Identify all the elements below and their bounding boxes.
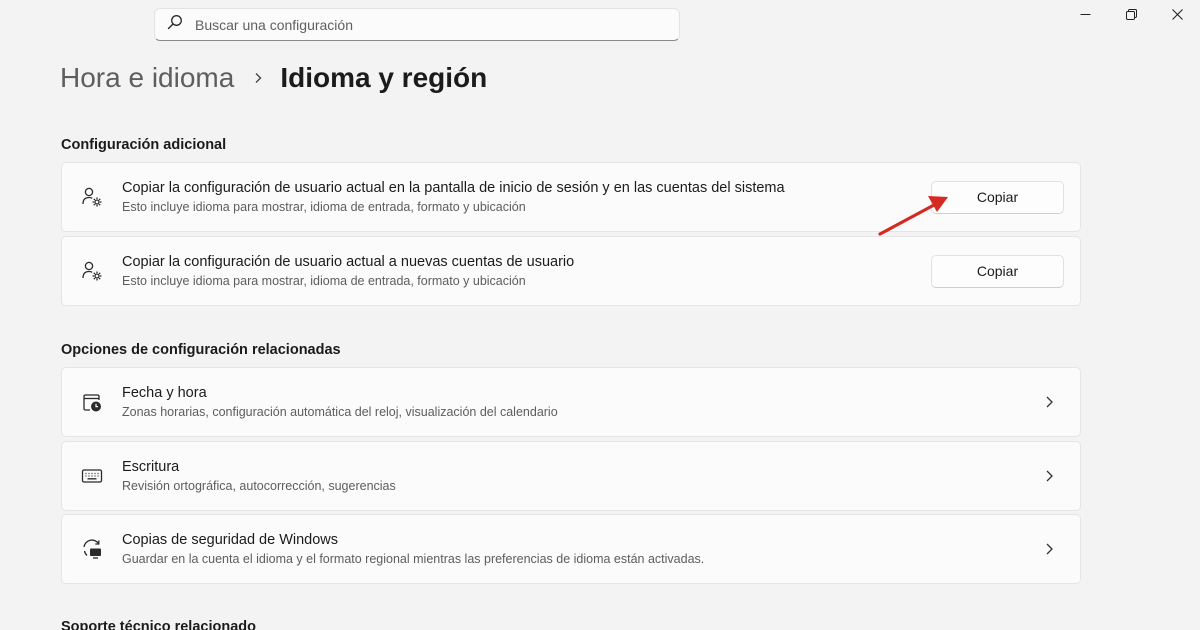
window-controls — [1062, 0, 1200, 32]
card-subtitle: Esto incluye idioma para mostrar, idioma… — [122, 273, 526, 288]
backup-sync-icon — [62, 538, 122, 560]
card-subtitle: Revisión ortográfica, autocorrección, su… — [122, 478, 396, 493]
section-title-related: Opciones de configuración relacionadas — [61, 342, 341, 358]
chevron-right-icon — [1024, 469, 1074, 483]
copy-to-new-accounts-card: Copiar la configuración de usuario actua… — [61, 236, 1081, 306]
section-title-additional: Configuración adicional — [61, 137, 227, 153]
card-title: Fecha y hora — [122, 384, 207, 401]
card-title: Copiar la configuración de usuario actua… — [122, 179, 785, 196]
user-settings-icon — [62, 186, 122, 208]
search-input[interactable] — [195, 16, 645, 33]
chevron-right-icon — [1024, 542, 1074, 556]
breadcrumb-parent-link[interactable]: Hora e idioma — [60, 62, 234, 94]
restore-button[interactable] — [1108, 0, 1154, 32]
section-title-support: Soporte técnico relacionado — [61, 619, 256, 630]
card-subtitle: Guardar en la cuenta el idioma y el form… — [122, 551, 705, 566]
settings-window: Hora e idioma Idioma y región Configurac… — [0, 0, 1200, 630]
search-icon — [167, 14, 183, 35]
restore-icon — [1125, 7, 1137, 25]
copy-to-new-accounts-button[interactable]: Copiar — [931, 254, 1064, 288]
related-item-windows-backup[interactable]: Copias de seguridad de Windows Guardar e… — [61, 514, 1081, 584]
minimize-button[interactable] — [1062, 0, 1108, 32]
calendar-clock-icon — [62, 391, 122, 413]
card-title: Escritura — [122, 458, 180, 475]
close-icon — [1171, 7, 1183, 25]
close-button[interactable] — [1154, 0, 1200, 32]
search-box[interactable] — [154, 8, 680, 41]
chevron-right-icon — [252, 72, 264, 84]
chevron-right-icon — [1024, 395, 1074, 409]
card-title: Copias de seguridad de Windows — [122, 531, 339, 548]
card-subtitle: Esto incluye idioma para mostrar, idioma… — [122, 199, 526, 214]
card-subtitle: Zonas horarias, configuración automática… — [122, 404, 558, 419]
annotation-arrow — [878, 196, 948, 236]
related-item-date-time[interactable]: Fecha y hora Zonas horarias, configuraci… — [61, 367, 1081, 437]
page-title: Idioma y región — [280, 62, 488, 93]
keyboard-icon — [62, 465, 122, 487]
card-title: Copiar la configuración de usuario actua… — [122, 253, 575, 270]
minimize-icon — [1080, 7, 1091, 25]
breadcrumb: Hora e idioma Idioma y región — [60, 58, 487, 98]
user-settings-icon — [62, 260, 122, 282]
related-item-typing[interactable]: Escritura Revisión ortográfica, autocorr… — [61, 441, 1081, 511]
